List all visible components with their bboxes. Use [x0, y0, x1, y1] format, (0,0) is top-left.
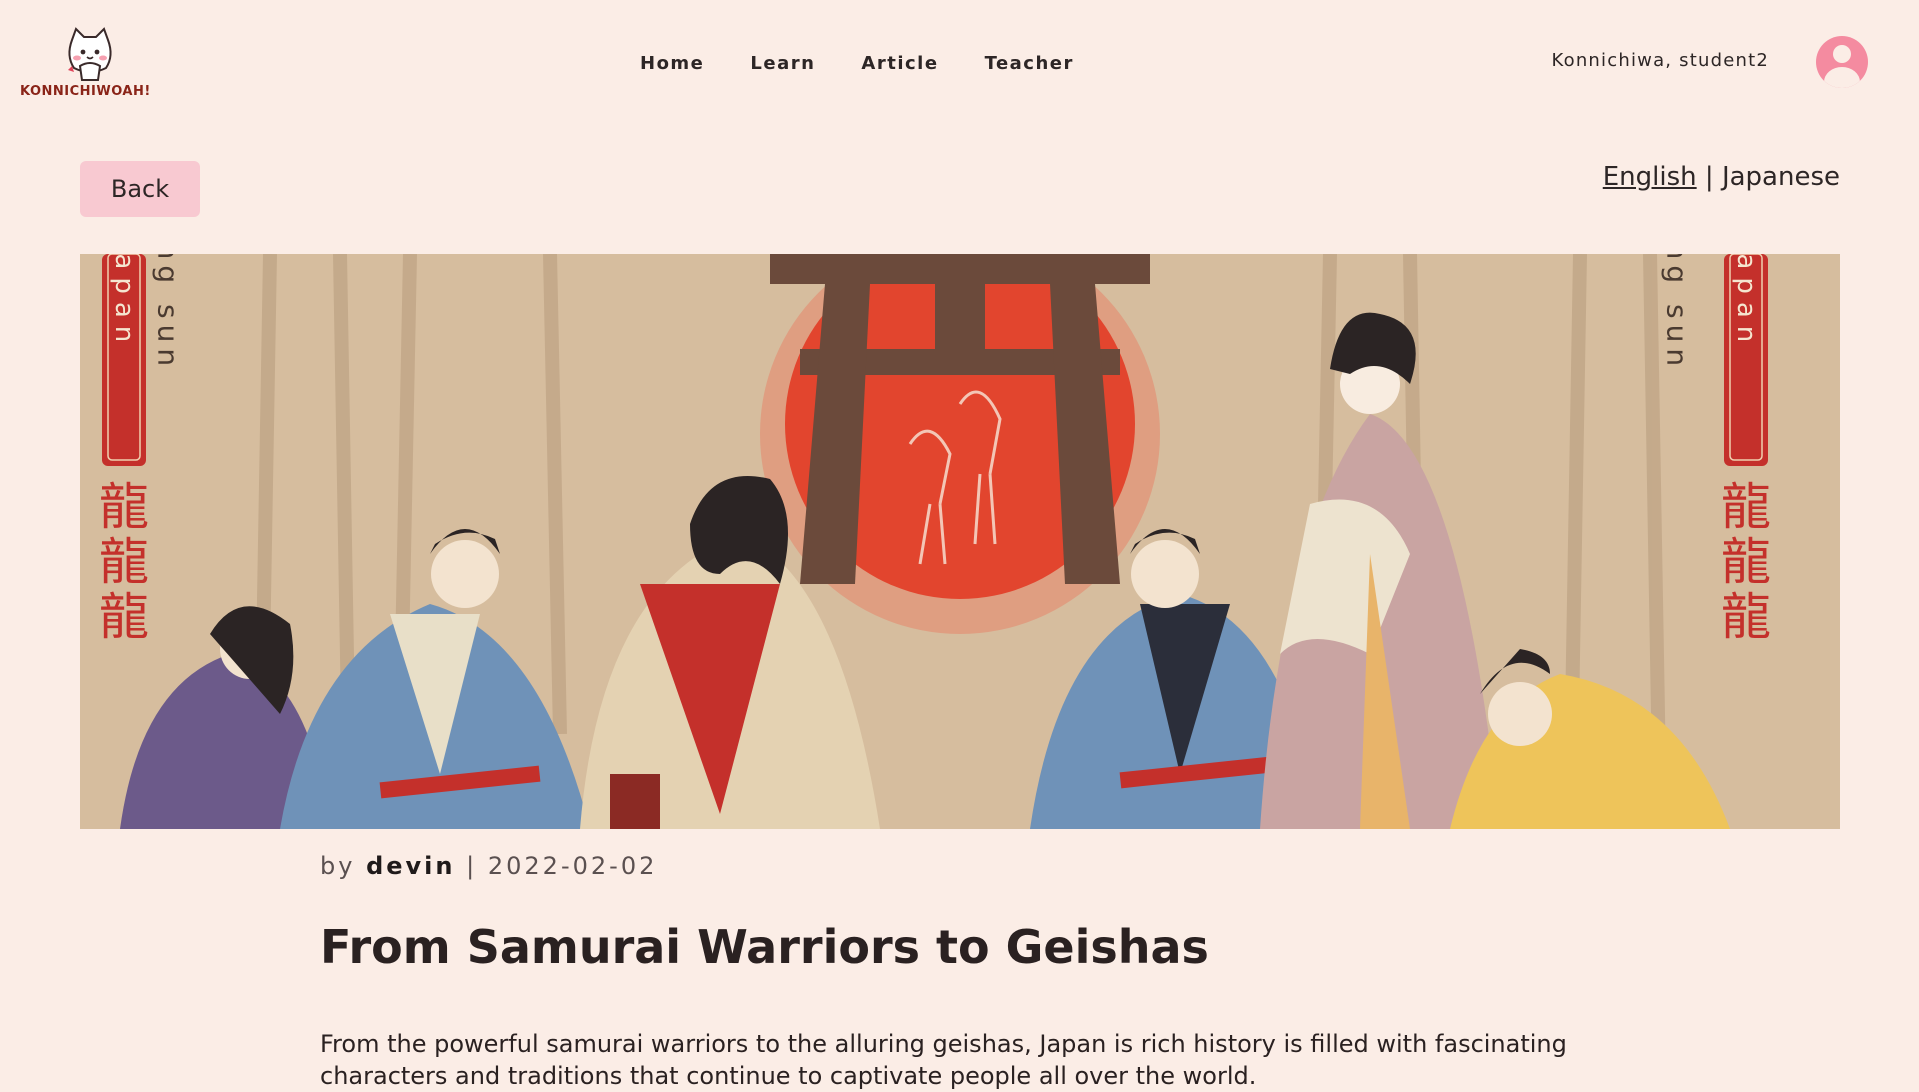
- nav-teacher[interactable]: Teacher: [985, 53, 1074, 74]
- meta-separator: |: [466, 852, 478, 880]
- lang-japanese-link[interactable]: Japanese: [1722, 162, 1840, 192]
- ukiyo-e-illustration: Japan rising sun 龍 龍 龍 Japan rising sun …: [80, 254, 1840, 829]
- site-header: KONNICHIWOAH! Home Learn Article Teacher…: [0, 0, 1919, 125]
- meta-date: 2022-02-02: [487, 852, 658, 880]
- banner-left-kanji-2: 龍: [99, 533, 149, 591]
- cat-mascot-icon: [68, 27, 112, 81]
- banner-right-kanji-2: 龍: [1721, 533, 1771, 591]
- nav-home[interactable]: Home: [640, 53, 704, 74]
- nav-learn[interactable]: Learn: [750, 53, 815, 74]
- article-title: From Samurai Warriors to Geishas: [320, 920, 1209, 974]
- logo-text: KONNICHIWOAH!: [20, 84, 151, 99]
- nav-article[interactable]: Article: [861, 53, 938, 74]
- language-switcher: English | Japanese: [1603, 162, 1840, 192]
- banner-right-kanji-3: 龍: [1721, 588, 1771, 646]
- article-body: From the powerful samurai warriors to th…: [320, 1030, 1567, 1090]
- avatar-body: [1824, 67, 1860, 88]
- banner-left-kanji-3: 龍: [99, 588, 149, 646]
- meta-author[interactable]: devin: [366, 852, 455, 880]
- lang-english-link[interactable]: English: [1603, 162, 1697, 192]
- main-nav: Home Learn Article Teacher: [640, 50, 1074, 76]
- user-avatar-icon[interactable]: [1816, 36, 1868, 88]
- banner-right-vertical-text: Japan: [1731, 254, 1761, 350]
- user-greeting: Konnichiwa, student2: [1551, 50, 1769, 71]
- site-logo[interactable]: KONNICHIWOAH!: [20, 26, 160, 106]
- banner-left-kanji-1: 龍: [99, 478, 149, 536]
- meta-by: by: [320, 852, 356, 880]
- lang-separator: |: [1704, 162, 1714, 192]
- banner-right-kanji-1: 龍: [1721, 478, 1771, 536]
- avatar-head: [1833, 45, 1851, 63]
- back-button[interactable]: Back: [80, 161, 200, 217]
- banner-left-vertical-text: Japan: [109, 254, 139, 350]
- article-banner-image: Japan rising sun 龍 龍 龍 Japan rising sun …: [80, 254, 1840, 829]
- article-meta: by devin | 2022-02-02: [320, 852, 657, 880]
- banner-right-sub-text: rising sun: [1661, 254, 1694, 372]
- banner-left-sub-text: rising sun: [152, 254, 185, 372]
